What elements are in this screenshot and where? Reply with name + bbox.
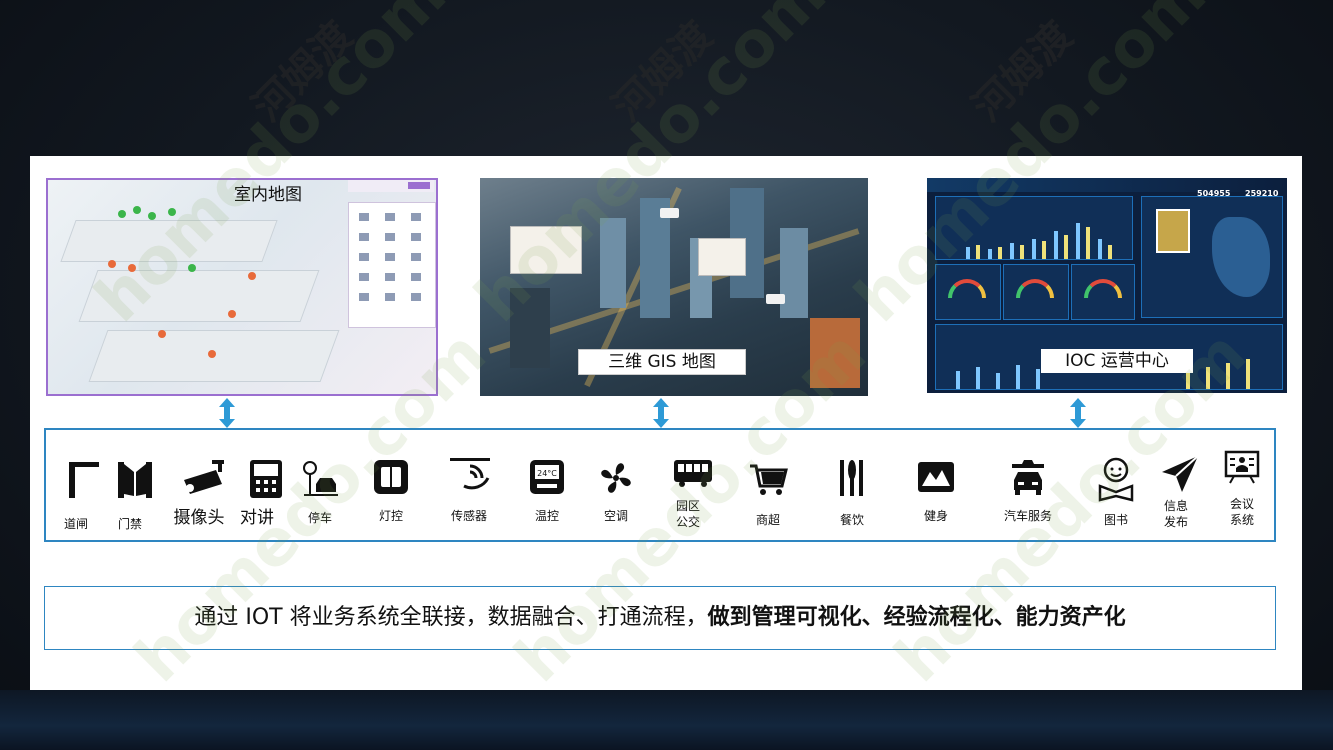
- background-glow: [0, 690, 1333, 750]
- ioc-region-map: [1212, 217, 1270, 297]
- ioc-map-card: [1141, 196, 1283, 318]
- ioc-gauge-card: [1071, 264, 1135, 320]
- dining-icon[interactable]: [838, 458, 866, 498]
- door-access-label: 门禁: [117, 517, 142, 531]
- intercom-icon[interactable]: [248, 458, 284, 500]
- indoor-map-caption: 室内地图: [234, 185, 302, 205]
- fan-label: 空调: [603, 509, 628, 523]
- gate-label: 道闸: [63, 517, 88, 531]
- building: [780, 228, 808, 318]
- connector-arrow-icon: [1070, 398, 1086, 428]
- meeting-label: 会议 系统: [1229, 497, 1254, 527]
- watermark: 河姆渡: [244, 13, 362, 131]
- map-pin: [188, 264, 196, 272]
- summary-text: 通过 IOT 将业务系统全联接，数据融合、打通流程，做到管理可视化、经验流程化、…: [45, 587, 1275, 649]
- building: [510, 288, 550, 368]
- info-popup: [510, 226, 582, 274]
- dining-label: 餐饮: [839, 513, 864, 527]
- map-legend-panel: [348, 202, 436, 328]
- gis-map-thumbnail[interactable]: 三维 GIS 地图: [480, 178, 868, 396]
- map-floor: [60, 220, 278, 262]
- map-floor: [78, 270, 320, 322]
- map-pin: [168, 208, 176, 216]
- publish-label: 信息 发布: [1163, 499, 1188, 529]
- ioc-gauge-card: [935, 264, 1001, 320]
- indoor-map-thumbnail[interactable]: 室内地图: [46, 178, 438, 396]
- map-pin: [118, 210, 126, 218]
- connector-arrow-icon: [653, 398, 669, 428]
- map-pin: [248, 272, 256, 280]
- ioc-header: [927, 178, 1287, 192]
- cart-icon[interactable]: [748, 462, 788, 498]
- fitness-label: 健身: [923, 509, 948, 523]
- parking-label: 停车: [307, 511, 332, 525]
- summary-normal: 通过 IOT 将业务系统全联接，数据融合、打通流程，: [194, 605, 708, 630]
- fan-icon[interactable]: [596, 458, 636, 498]
- light-switch-icon[interactable]: [372, 458, 410, 496]
- thermostat-label: 温控: [534, 509, 559, 523]
- building: [600, 218, 626, 308]
- thermostat-icon[interactable]: 24°C: [528, 458, 566, 496]
- watermark: 河姆渡: [604, 13, 722, 131]
- gis-map-caption: 三维 GIS 地图: [578, 349, 746, 375]
- parking-icon[interactable]: [302, 460, 338, 498]
- thermostat-readout: 24°C: [537, 469, 557, 478]
- library-icon[interactable]: [1096, 456, 1136, 502]
- map-tag: [660, 208, 680, 218]
- iot-device-bar: 道闸 门禁 摄像头 对讲 停车 灯控 传感器 24°C 温控 空调 园区 公交 …: [44, 428, 1276, 542]
- map-tag: [766, 294, 786, 304]
- gauge: [1084, 279, 1122, 298]
- map-pin: [158, 330, 166, 338]
- sensor-icon[interactable]: [448, 456, 492, 496]
- map-pin: [228, 310, 236, 318]
- info-popup: [698, 238, 746, 276]
- meeting-icon[interactable]: [1224, 450, 1260, 484]
- door-access-icon[interactable]: [116, 458, 156, 498]
- map-toolbar: [348, 180, 434, 192]
- ioc-caption: IOC 运营中心: [1041, 349, 1193, 373]
- camera-label: 摄像头: [173, 508, 225, 528]
- summary-box: 通过 IOT 将业务系统全联接，数据融合、打通流程，做到管理可视化、经验流程化、…: [44, 586, 1276, 650]
- gate-icon[interactable]: [66, 458, 102, 498]
- ioc-bar-chart: [935, 196, 1133, 260]
- map-pin: [133, 206, 141, 214]
- summary-bold: 做到管理可视化、经验流程化、能力资产化: [707, 605, 1126, 630]
- map-pin: [208, 350, 216, 358]
- building: [810, 318, 860, 388]
- map-pin: [108, 260, 116, 268]
- camera-icon[interactable]: [180, 458, 230, 498]
- gauge: [948, 279, 986, 298]
- publish-icon[interactable]: [1160, 454, 1200, 494]
- car-service-icon[interactable]: [1008, 458, 1048, 498]
- cart-label: 商超: [755, 513, 780, 527]
- gauge: [1016, 279, 1054, 298]
- sensor-label: 传感器: [450, 509, 487, 523]
- intercom-label: 对讲: [240, 508, 274, 528]
- connector-arrow-icon: [219, 398, 235, 428]
- library-label: 图书: [1103, 513, 1128, 527]
- ioc-gauge-card: [1003, 264, 1069, 320]
- fitness-icon[interactable]: [916, 460, 956, 494]
- watermark: 河姆渡: [964, 13, 1082, 131]
- car-service-label: 汽车服务: [1003, 509, 1052, 523]
- map-pin: [128, 264, 136, 272]
- light-switch-label: 灯控: [378, 509, 403, 523]
- bus-icon[interactable]: [672, 458, 714, 488]
- ioc-photo: [1156, 209, 1190, 253]
- ioc-thumbnail[interactable]: 504955 259210 IOC 运营中心: [927, 178, 1287, 393]
- map-pin: [148, 212, 156, 220]
- bus-label: 园区 公交: [675, 499, 700, 529]
